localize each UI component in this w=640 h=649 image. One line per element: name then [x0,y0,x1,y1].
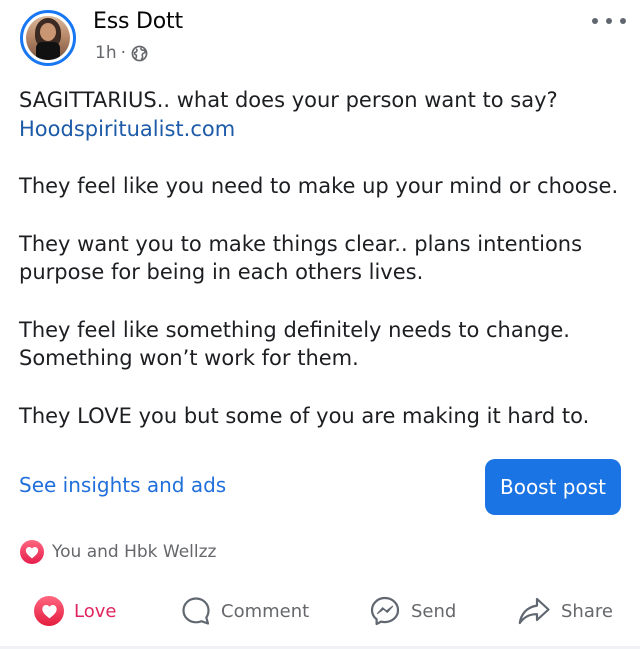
share-button[interactable]: Share [517,588,613,634]
send-label: Send [411,600,457,622]
post-time[interactable]: 1h [95,43,117,63]
avatar[interactable] [20,10,76,66]
comment-button[interactable]: Comment [181,588,309,634]
messenger-icon [370,596,400,626]
love-reaction-icon [20,540,44,564]
love-label: Love [74,600,117,622]
post-line-4: They want you to make things clear.. pla… [19,231,583,285]
love-button[interactable]: Love [34,588,116,634]
globe-icon[interactable] [131,45,148,62]
comment-label: Comment [221,600,310,622]
post-line-5: They feel like something definitely need… [19,317,570,371]
post-actions-bar: Love Comment Send Share [0,588,640,634]
website-link[interactable]: Hoodspiritualist.com [19,117,235,141]
love-icon [34,596,64,626]
profile-photo [26,16,70,60]
share-label: Share [561,600,613,622]
post-line-1: SAGITTARIUS.. what does your person want… [19,88,558,112]
boost-post-button[interactable]: Boost post [485,459,621,515]
post-header: Ess Dott 1h · [0,0,640,80]
share-icon [518,597,550,625]
reaction-names: You and Hbk Wellzz [52,542,217,562]
send-button[interactable]: Send [369,588,456,634]
post-line-6: They LOVE you but some of you are making… [19,403,590,428]
reactions-summary[interactable]: You and Hbk Wellzz [20,540,216,564]
comment-icon [182,597,210,625]
post-body: SAGITTARIUS.. what does your person want… [19,86,619,459]
meta-separator: · [120,43,126,63]
see-insights-link[interactable]: See insights and ads [19,473,226,497]
more-options-icon[interactable] [592,16,626,26]
post-line-3: They feel like you need to make up your … [19,174,619,198]
author-name[interactable]: Ess Dott [93,9,183,34]
post-meta: 1h · [95,42,148,64]
